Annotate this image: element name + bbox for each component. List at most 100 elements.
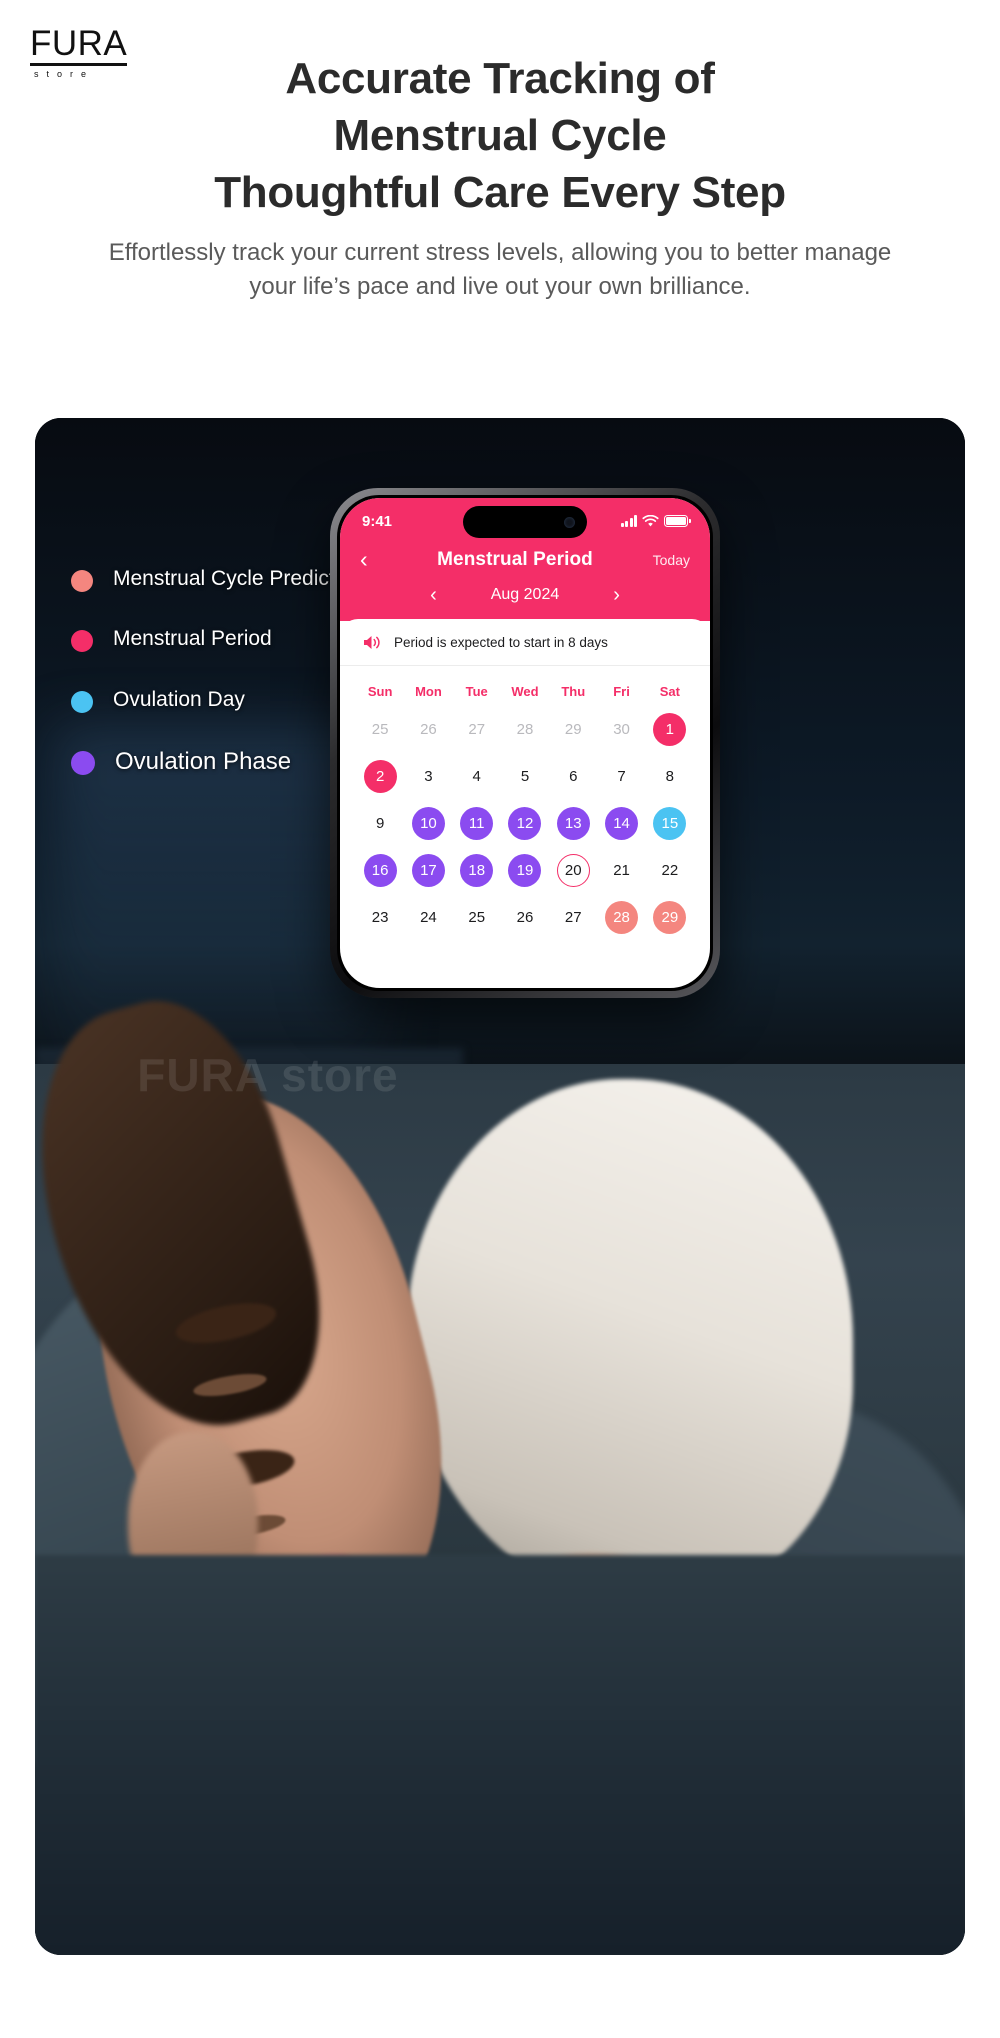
calendar-day-plain: 25	[468, 909, 486, 926]
calendar-day-cell[interactable]: 27	[453, 706, 501, 753]
calendar-day-cell[interactable]: 27	[549, 894, 597, 941]
calendar-day-cell[interactable]: 6	[549, 753, 597, 800]
calendar-day-phase: 11	[460, 807, 494, 840]
period-notice[interactable]: Period is expected to start in 8 days	[340, 619, 710, 665]
calendar-day-cell[interactable]: 14	[597, 800, 645, 847]
current-month-label: Aug 2024	[490, 586, 560, 603]
calendar-day-cell[interactable]: 10	[404, 800, 452, 847]
back-chevron-left-icon[interactable]: ‹	[360, 548, 386, 571]
calendar-day-cell[interactable]: 4	[453, 753, 501, 800]
calendar-day-cell[interactable]: 21	[597, 847, 645, 894]
calendar-weekday-wed: Wed	[511, 683, 539, 699]
app-title: Menstrual Period	[437, 548, 593, 570]
calendar-day-plain: 7	[617, 768, 626, 785]
calendar-day-cell[interactable]: 25	[356, 706, 404, 753]
calendar-day-prediction: 29	[653, 901, 687, 934]
calendar-day-cell[interactable]: 28	[597, 894, 645, 941]
calendar-day-ovulation: 15	[653, 807, 687, 840]
calendar-day-plain: 21	[613, 862, 630, 879]
calendar-day-cell[interactable]: 9	[356, 800, 404, 847]
calendar-day-cell[interactable]: 22	[646, 847, 694, 894]
calendar-day-cell[interactable]: 30	[597, 706, 645, 753]
calendar-day-cell[interactable]: 12	[501, 800, 549, 847]
legend-dot-icon-ovulation-day	[71, 690, 93, 713]
next-month-chevron-right-icon[interactable]: ›	[613, 585, 620, 605]
calendar-day-cell[interactable]: 29	[549, 706, 597, 753]
app-header: 9:41 ‹ Menstrual Period Today ‹ Aug 2024…	[340, 498, 710, 621]
calendar-day-cell[interactable]: 16	[356, 847, 404, 894]
calendar-day-phase: 14	[605, 807, 639, 840]
calendar-week-row: 2 3 4 5 6 7 8	[356, 753, 694, 800]
calendar-day-cell[interactable]: 13	[549, 800, 597, 847]
status-time: 9:41	[362, 512, 393, 530]
calendar-day-today: 20	[556, 854, 590, 887]
app-navbar: ‹ Menstrual Period Today	[356, 548, 694, 571]
speaker-icon	[362, 634, 382, 651]
prev-month-chevron-left-icon[interactable]: ‹	[430, 585, 437, 605]
calendar-day-muted: 30	[613, 721, 630, 738]
calendar-weekday-thu: Thu	[561, 683, 586, 699]
legend-item-menstrual-period: Menstrual Period	[71, 626, 371, 653]
calendar-day-cell[interactable]: 26	[501, 894, 549, 941]
calendar-day-cell[interactable]: 5	[501, 753, 549, 800]
calendar-day-cell[interactable]: 7	[597, 753, 645, 800]
calendar-day-cell[interactable]: 1	[646, 706, 694, 753]
calendar-day-cell[interactable]: 3	[404, 753, 452, 800]
phone-bezel: 9:41 ‹ Menstrual Period Today ‹ Aug 2024…	[337, 495, 713, 991]
status-indicators	[620, 514, 691, 528]
phone-mockup: 9:41 ‹ Menstrual Period Today ‹ Aug 2024…	[330, 488, 720, 998]
phone-screen: 9:41 ‹ Menstrual Period Today ‹ Aug 2024…	[340, 498, 710, 988]
hero-panel: FURA store Menstrual Cycle Prediction Me…	[35, 418, 965, 1955]
calendar-day-phase: 16	[363, 854, 397, 887]
legend-item-ovulation-day: Ovulation Day	[71, 687, 371, 713]
calendar-day-cell[interactable]: 24	[404, 894, 452, 941]
calendar-day-plain: 8	[665, 768, 674, 785]
calendar-day-cell[interactable]: 18	[453, 847, 501, 894]
wifi-icon	[642, 514, 659, 526]
calendar-day-cell[interactable]: 8	[646, 753, 694, 800]
calendar-day-prediction: 28	[605, 901, 639, 934]
calendar-card: Period is expected to start in 8 days Su…	[340, 619, 710, 941]
month-selector: ‹ Aug 2024 ›	[356, 585, 694, 609]
page-headline: Accurate Tracking of Menstrual Cycle Tho…	[0, 50, 1000, 222]
calendar-day-cell[interactable]: 15	[646, 800, 694, 847]
today-button[interactable]: Today	[644, 552, 690, 568]
calendar-day-period: 1	[653, 713, 687, 746]
calendar-day-cell[interactable]: 23	[356, 894, 404, 941]
calendar-day-cell[interactable]: 20	[549, 847, 597, 894]
headline-line-3: Thoughtful Care Every Step	[214, 168, 786, 218]
calendar-day-phase: 12	[508, 807, 542, 840]
legend-label-ovulation-day: Ovulation Day	[113, 687, 245, 711]
calendar-day-muted: 27	[468, 721, 486, 738]
battery-full-icon	[664, 515, 691, 527]
calendar-day-cell[interactable]: 19	[501, 847, 549, 894]
calendar-weekday-sun: Sun	[367, 683, 393, 699]
calendar-day-cell[interactable]: 2	[356, 753, 404, 800]
calendar-grid: Sun Mon Tue Wed Thu Fri Sat 25 26 27 28 29 30 1 2 3 4 5 6…	[340, 666, 710, 941]
calendar-day-cell[interactable]: 11	[453, 800, 501, 847]
period-notice-text: Period is expected to start in 8 days	[394, 635, 608, 650]
headline-line-2: Menstrual Cycle	[333, 111, 667, 161]
calendar-day-cell[interactable]: 17	[404, 847, 452, 894]
calendar-day-muted: 25	[371, 721, 389, 738]
calendar-week-row: 25 26 27 28 29 30 1	[356, 706, 694, 753]
calendar-day-phase: 13	[556, 807, 590, 840]
legend-item-menstrual-cycle-prediction: Menstrual Cycle Prediction	[71, 566, 371, 592]
calendar-weekday-sat: Sat	[659, 683, 680, 699]
calendar-week-row: 9 10 11 12 13 14 15	[356, 800, 694, 847]
calendar-day-phase: 18	[460, 854, 494, 887]
calendar-day-muted: 28	[516, 721, 534, 738]
calendar-week-row: 16 17 18 19 20 21 22	[356, 847, 694, 894]
calendar-day-plain: 9	[375, 815, 385, 832]
legend-dot-icon-ovulation-phase	[71, 750, 95, 775]
calendar-day-cell[interactable]: 25	[453, 894, 501, 941]
calendar-day-cell[interactable]: 28	[501, 706, 549, 753]
calendar-day-cell[interactable]: 29	[646, 894, 694, 941]
calendar-day-cell[interactable]: 26	[404, 706, 452, 753]
legend-label-ovulation-phase: Ovulation Phase	[115, 747, 292, 775]
calendar-day-muted: 26	[420, 721, 437, 738]
legend: Menstrual Cycle Prediction Menstrual Per…	[71, 566, 371, 811]
calendar-weekday-mon: Mon	[415, 683, 442, 699]
calendar-day-plain: 26	[516, 909, 534, 926]
page-subheadline: Effortlessly track your current stress l…	[108, 239, 892, 301]
